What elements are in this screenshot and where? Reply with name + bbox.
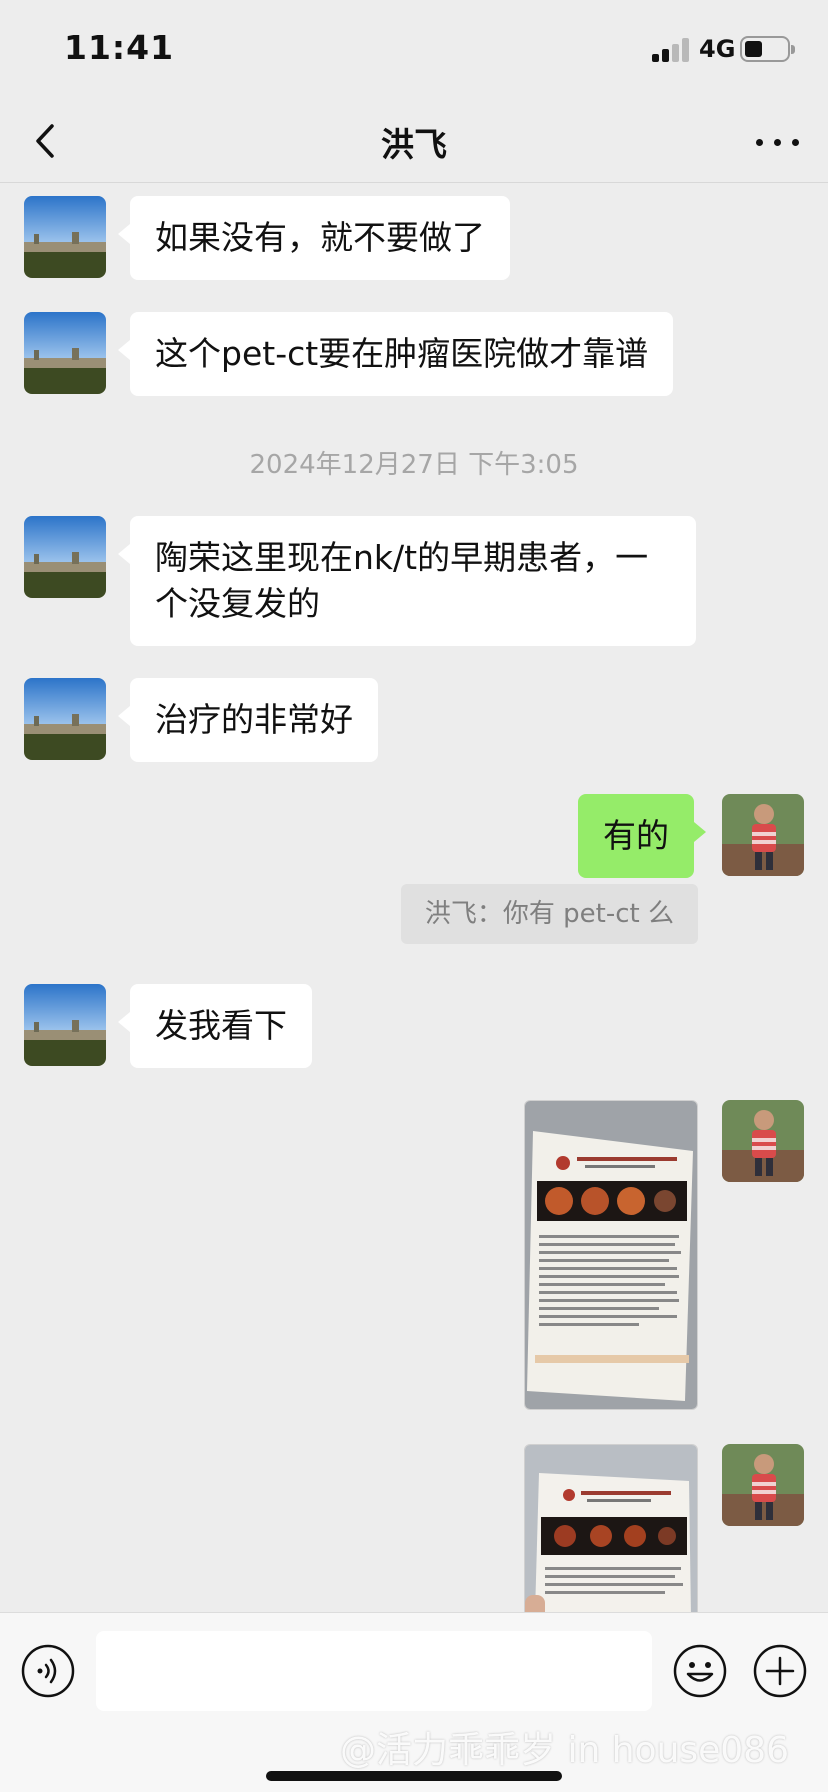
message-bubble[interactable]: 如果没有，就不要做了 bbox=[118, 196, 510, 280]
input-bar: @活力乖乖岁 in house086 bbox=[0, 1612, 828, 1792]
message-bubble[interactable]: 这个pet-ct要在肿瘤医院做才靠谱 bbox=[117, 312, 674, 396]
contact-avatar[interactable] bbox=[24, 516, 106, 598]
landscape-avatar-icon bbox=[24, 312, 106, 394]
message-input[interactable] bbox=[96, 1631, 652, 1711]
message-text: 有的 bbox=[603, 816, 669, 855]
landscape-avatar-icon bbox=[24, 984, 106, 1066]
landscape-avatar-icon bbox=[24, 196, 106, 278]
message-list[interactable]: 如果没有，就不要做了 这个pet-ct要在肿瘤医院做才靠谱 2024年12月27… bbox=[0, 184, 828, 1612]
message-text: 这个pet-ct要在肿瘤医院做才靠谱 bbox=[155, 334, 649, 373]
contact-avatar[interactable] bbox=[24, 196, 106, 278]
image-message[interactable] bbox=[524, 1100, 698, 1410]
battery-icon bbox=[740, 36, 795, 62]
report-photo-icon bbox=[525, 1101, 697, 1409]
quoted-message[interactable]: 洪飞：你有 pet-ct 么 bbox=[400, 884, 698, 944]
signal-icon bbox=[652, 38, 690, 62]
message-bubble[interactable]: 治疗的非常好 bbox=[118, 678, 378, 762]
message-bubble[interactable]: 发我看下 bbox=[118, 984, 312, 1068]
message-timestamp: 2024年12月27日 下午3:05 bbox=[249, 450, 579, 480]
home-indicator bbox=[266, 1771, 562, 1781]
nav-bar: 洪飞 bbox=[0, 100, 828, 183]
person-avatar-icon bbox=[722, 1100, 804, 1182]
chat-screen: 11:41 4G 洪飞 如果没有，就不要做了 这个pet-ct要在肿瘤医院做才靠… bbox=[0, 0, 828, 1792]
self-avatar[interactable] bbox=[722, 1444, 804, 1526]
plus-icon bbox=[753, 1644, 807, 1698]
watermark: @活力乖乖岁 in house086 bbox=[340, 1730, 789, 1771]
more-functions-button[interactable] bbox=[752, 1643, 808, 1699]
contact-avatar[interactable] bbox=[24, 678, 106, 760]
chat-title: 洪飞 bbox=[381, 125, 447, 164]
message-bubble-self[interactable]: 有的 bbox=[578, 794, 706, 878]
quoted-message-text: 洪飞：你有 pet-ct 么 bbox=[424, 899, 674, 929]
emoji-button[interactable] bbox=[672, 1643, 728, 1699]
contact-avatar[interactable] bbox=[24, 984, 106, 1066]
report-photo-icon bbox=[525, 1445, 697, 1612]
message-text-line: 陶荣这里现在nk/t的早期患者，一 bbox=[155, 538, 649, 577]
person-avatar-icon bbox=[722, 794, 804, 876]
landscape-avatar-icon bbox=[24, 516, 106, 598]
message-text: 如果没有，就不要做了 bbox=[155, 218, 485, 257]
more-options-button[interactable] bbox=[748, 116, 808, 166]
status-bar: 11:41 4G bbox=[0, 0, 828, 100]
network-type: 4G bbox=[699, 35, 736, 63]
emoji-icon bbox=[673, 1644, 727, 1698]
self-avatar[interactable] bbox=[722, 794, 804, 876]
contact-avatar[interactable] bbox=[24, 312, 106, 394]
message-text: 治疗的非常好 bbox=[155, 700, 353, 739]
status-time: 11:41 bbox=[64, 28, 175, 67]
image-message[interactable] bbox=[524, 1444, 698, 1612]
landscape-avatar-icon bbox=[24, 678, 106, 760]
voice-input-button[interactable] bbox=[20, 1643, 76, 1699]
message-text: 发我看下 bbox=[155, 1006, 287, 1045]
message-text-line: 个没复发的 bbox=[155, 584, 320, 623]
self-avatar[interactable] bbox=[722, 1100, 804, 1182]
message-bubble[interactable]: 陶荣这里现在nk/t的早期患者，一 个没复发的 bbox=[118, 516, 696, 646]
voice-icon bbox=[21, 1644, 75, 1698]
person-avatar-icon bbox=[722, 1444, 804, 1526]
